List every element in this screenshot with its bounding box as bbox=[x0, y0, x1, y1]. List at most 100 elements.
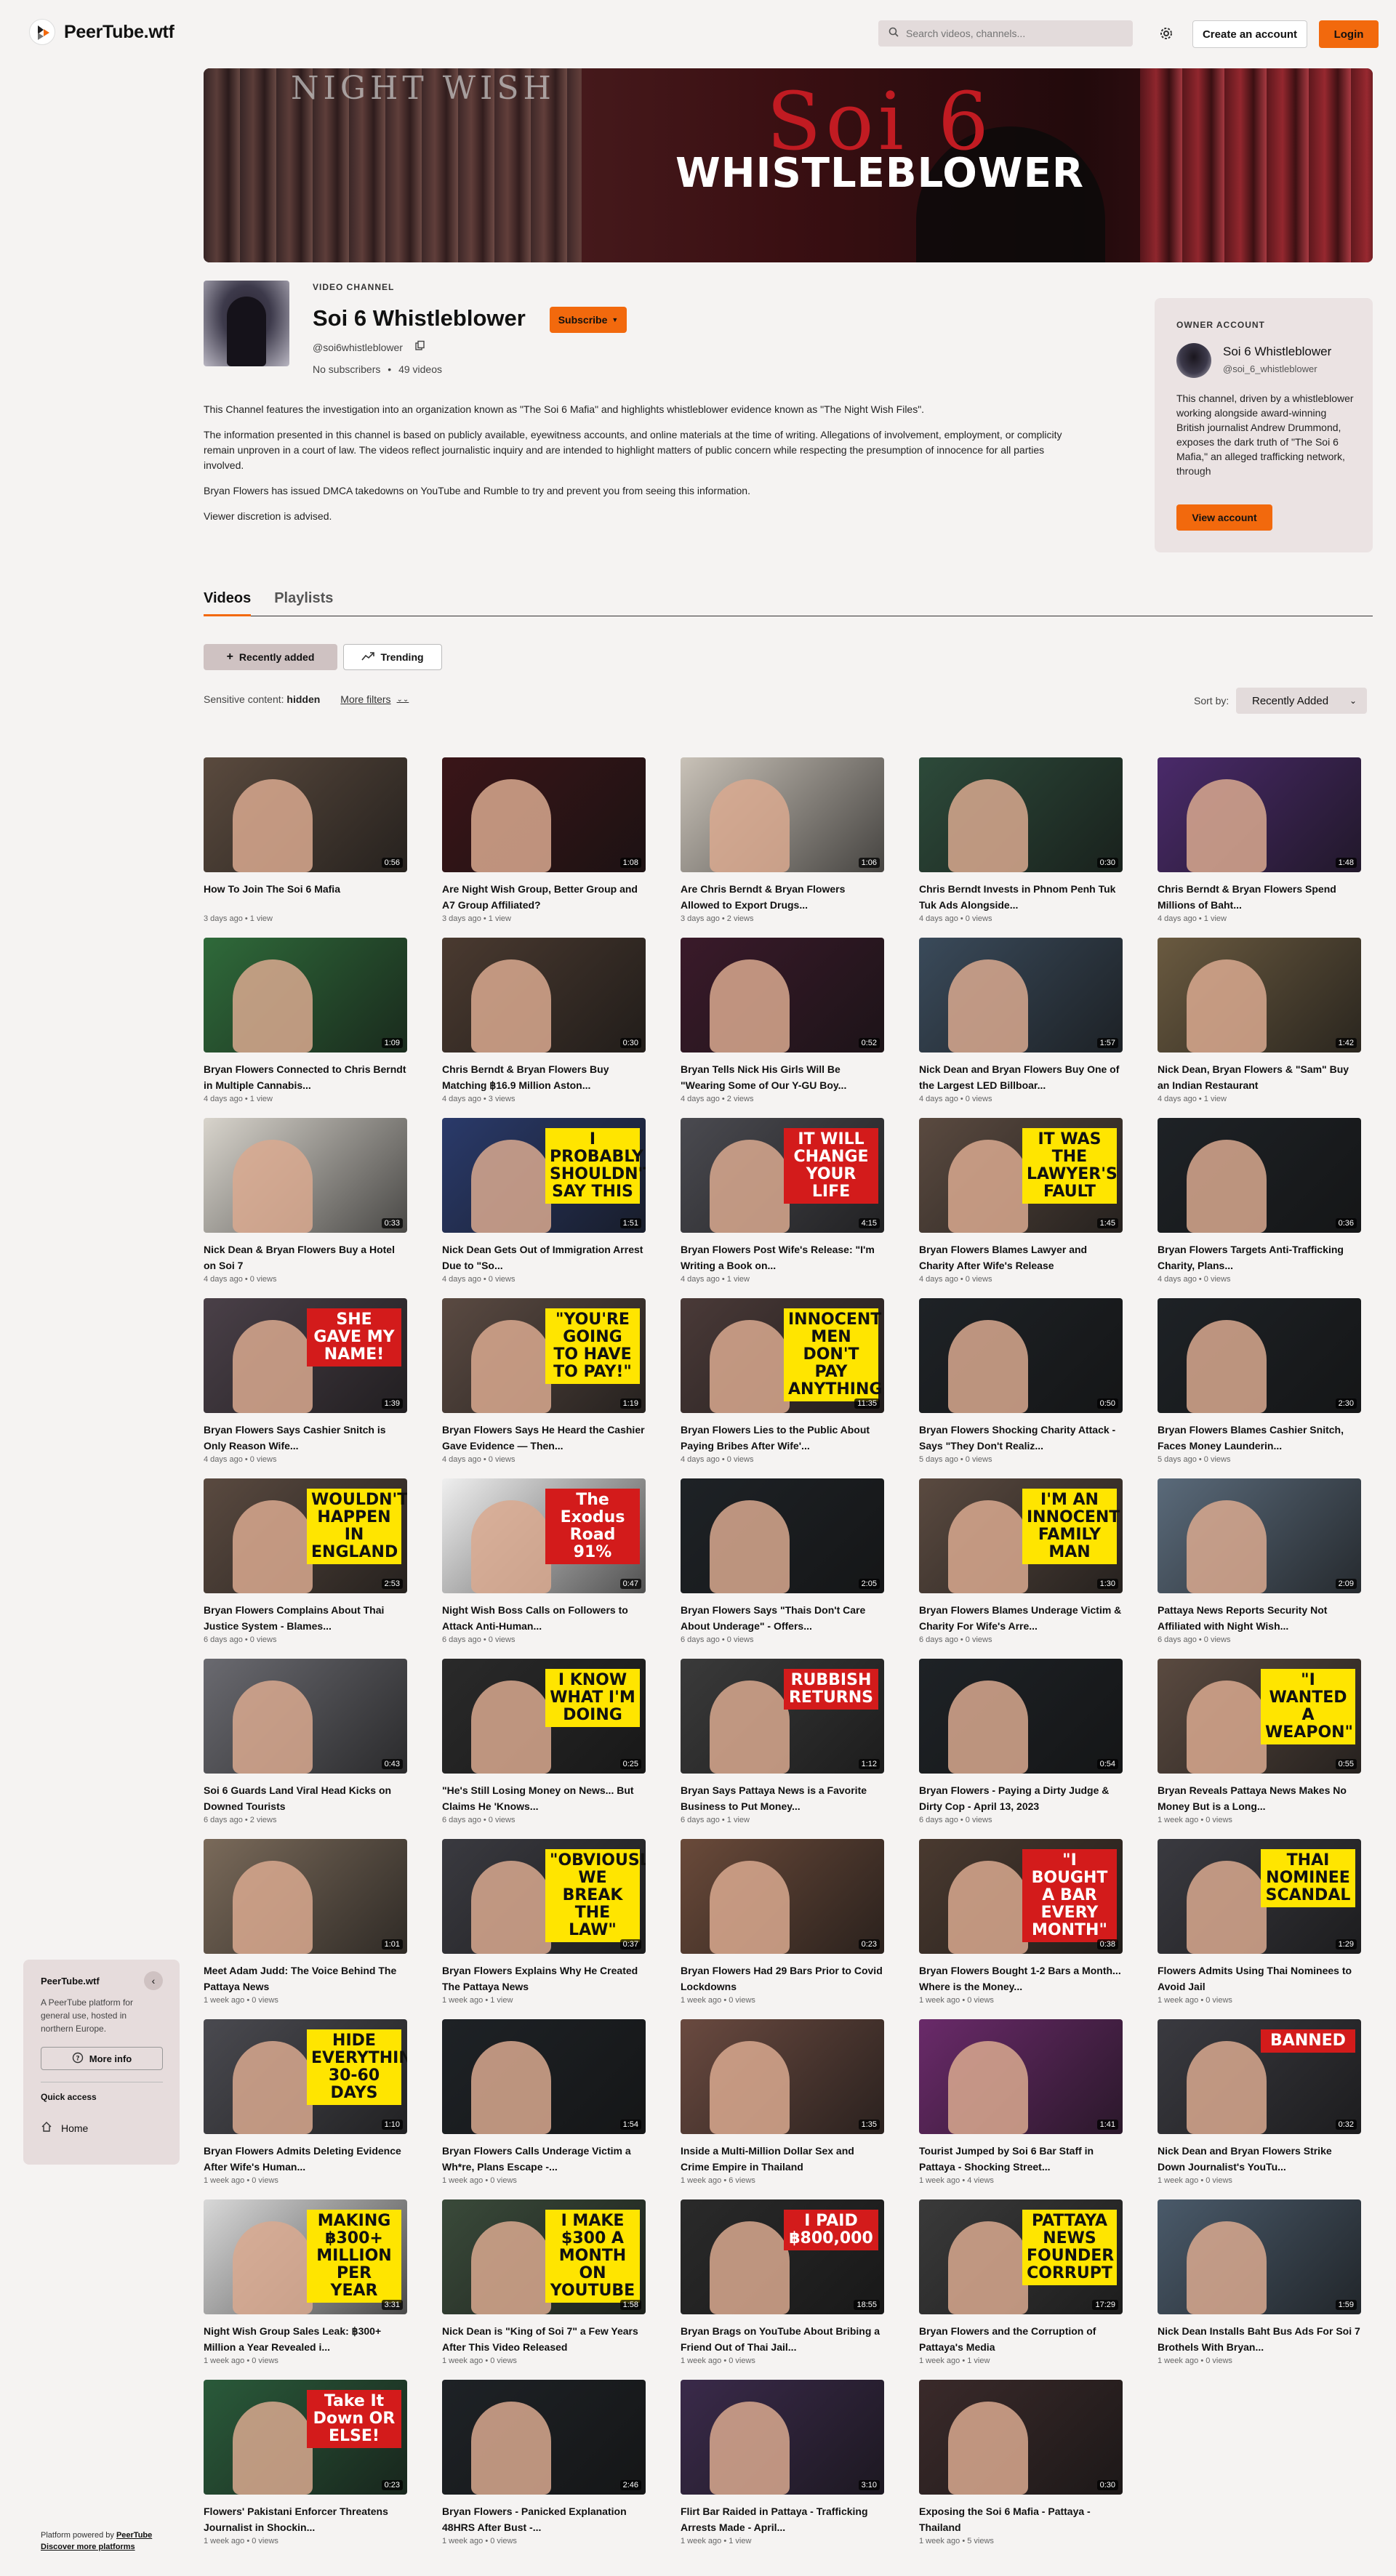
video-card[interactable]: IT WILL CHANGE YOUR LIFE 4:15 Bryan Flower… bbox=[681, 1118, 884, 1284]
video-title[interactable]: Bryan Flowers Blames Underage Victim & C… bbox=[919, 1602, 1123, 1634]
video-title[interactable]: Bryan Flowers - Paying a Dirty Judge & D… bbox=[919, 1782, 1123, 1814]
video-thumbnail[interactable]: "I WANTED A WEAPON" 0:55 bbox=[1158, 1659, 1361, 1774]
video-title[interactable]: Bryan Flowers Calls Underage Victim a Wh… bbox=[442, 2143, 646, 2175]
video-card[interactable]: SHE GAVE MY NAME! 1:39 Bryan Flowers Says … bbox=[204, 1298, 407, 1464]
video-card[interactable]: 1:06 Are Chris Berndt & Bryan Flowers All… bbox=[681, 757, 884, 923]
video-card[interactable]: "I WANTED A WEAPON" 0:55 Bryan Reveals Pat… bbox=[1158, 1659, 1361, 1824]
more-info-button[interactable]: ? More info bbox=[41, 2047, 163, 2070]
owner-name[interactable]: Soi 6 Whistleblower bbox=[1223, 345, 1331, 359]
sort-select[interactable]: Recently Added ⌄ bbox=[1236, 688, 1367, 714]
video-thumbnail[interactable]: WOULDN'T HAPPEN IN ENGLAND 2:53 bbox=[204, 1478, 407, 1593]
video-card[interactable]: "YOU'RE GOING TO HAVE TO PAY!" 1:19 Bryan … bbox=[442, 1298, 646, 1464]
video-title[interactable]: Nick Dean and Bryan Flowers Buy One of t… bbox=[919, 1061, 1123, 1093]
video-card[interactable]: 2:09 Pattaya News Reports Security Not Af… bbox=[1158, 1478, 1361, 1644]
video-thumbnail[interactable]: I MAKE $300 A MONTH ON YOUTUBE 1:58 bbox=[442, 2199, 646, 2314]
recently-added-chip[interactable]: + Recently added bbox=[204, 644, 337, 670]
video-card[interactable]: HIDE EVERYTHING 30-60 DAYS 1:10 Bryan Flow… bbox=[204, 2019, 407, 2185]
settings-button[interactable] bbox=[1155, 22, 1178, 45]
video-thumbnail[interactable]: IT WILL CHANGE YOUR LIFE 4:15 bbox=[681, 1118, 884, 1233]
video-title[interactable]: Nick Dean and Bryan Flowers Strike Down … bbox=[1158, 2143, 1361, 2175]
video-title[interactable]: Exposing the Soi 6 Mafia - Pattaya - Tha… bbox=[919, 2503, 1123, 2535]
video-thumbnail[interactable]: 0:43 bbox=[204, 1659, 407, 1774]
video-card[interactable]: 0:54 Bryan Flowers - Paying a Dirty Judge… bbox=[919, 1659, 1123, 1824]
video-title[interactable]: Bryan Tells Nick His Girls Will Be "Wear… bbox=[681, 1061, 884, 1093]
video-thumbnail[interactable]: IT WAS THE LAWYER'S FAULT 1:45 bbox=[919, 1118, 1123, 1233]
video-thumbnail[interactable]: THAI NOMINEE SCANDAL 1:29 bbox=[1158, 1839, 1361, 1954]
video-card[interactable]: 1:35 Inside a Multi-Million Dollar Sex an… bbox=[681, 2019, 884, 2185]
video-card[interactable]: 0:30 Chris Berndt & Bryan Flowers Buy Mat… bbox=[442, 938, 646, 1103]
video-title[interactable]: Pattaya News Reports Security Not Affili… bbox=[1158, 1602, 1361, 1634]
video-title[interactable]: "He's Still Losing Money on News... But … bbox=[442, 1782, 646, 1814]
video-title[interactable]: Bryan Brags on YouTube About Bribing a F… bbox=[681, 2323, 884, 2355]
video-title[interactable]: Bryan Flowers Says "Thais Don't Care Abo… bbox=[681, 1602, 884, 1634]
video-thumbnail[interactable]: 1:06 bbox=[681, 757, 884, 872]
video-thumbnail[interactable]: 2:30 bbox=[1158, 1298, 1361, 1413]
video-title[interactable]: Bryan Flowers Blames Cashier Snitch, Fac… bbox=[1158, 1422, 1361, 1454]
video-card[interactable]: I PROBABLY SHOULDN'T SAY THIS 1:51 Nick De… bbox=[442, 1118, 646, 1284]
trending-chip[interactable]: Trending bbox=[343, 644, 442, 670]
video-title[interactable]: Bryan Flowers Bought 1-2 Bars a Month...… bbox=[919, 1963, 1123, 1995]
collapse-sidebar-button[interactable]: ‹ bbox=[144, 1971, 163, 1990]
video-thumbnail[interactable]: 0:50 bbox=[919, 1298, 1123, 1413]
video-thumbnail[interactable]: 0:30 bbox=[919, 2380, 1123, 2495]
video-thumbnail[interactable]: I PROBABLY SHOULDN'T SAY THIS 1:51 bbox=[442, 1118, 646, 1233]
video-title[interactable]: Meet Adam Judd: The Voice Behind The Pat… bbox=[204, 1963, 407, 1995]
video-card[interactable]: THAI NOMINEE SCANDAL 1:29 Flowers Admits U… bbox=[1158, 1839, 1361, 2005]
video-thumbnail[interactable]: 0:30 bbox=[442, 938, 646, 1052]
video-card[interactable]: I KNOW WHAT I'M DOING 0:25 "He's Still Los… bbox=[442, 1659, 646, 1824]
video-title[interactable]: Soi 6 Guards Land Viral Head Kicks on Do… bbox=[204, 1782, 407, 1814]
video-title[interactable]: Night Wish Group Sales Leak: ฿300+ Milli… bbox=[204, 2323, 407, 2355]
video-card[interactable]: 2:05 Bryan Flowers Says "Thais Don't Care… bbox=[681, 1478, 884, 1644]
video-card[interactable]: 0:36 Bryan Flowers Targets Anti-Trafficki… bbox=[1158, 1118, 1361, 1284]
video-card[interactable]: Take It Down OR ELSE! 0:23 Flowers' Pakist… bbox=[204, 2380, 407, 2545]
video-title[interactable]: Nick Dean Gets Out of Immigration Arrest… bbox=[442, 1241, 646, 1273]
video-title[interactable]: Nick Dean, Bryan Flowers & "Sam" Buy an … bbox=[1158, 1061, 1361, 1093]
video-thumbnail[interactable]: 1:01 bbox=[204, 1839, 407, 1954]
video-thumbnail[interactable]: 1:48 bbox=[1158, 757, 1361, 872]
video-thumbnail[interactable]: 0:23 bbox=[681, 1839, 884, 1954]
video-title[interactable]: Chris Berndt & Bryan Flowers Buy Matchin… bbox=[442, 1061, 646, 1093]
video-thumbnail[interactable]: 2:46 bbox=[442, 2380, 646, 2495]
video-card[interactable]: 1:42 Nick Dean, Bryan Flowers & "Sam" Buy… bbox=[1158, 938, 1361, 1103]
video-title[interactable]: Tourist Jumped by Soi 6 Bar Staff in Pat… bbox=[919, 2143, 1123, 2175]
video-title[interactable]: Bryan Flowers Connected to Chris Berndt … bbox=[204, 1061, 407, 1093]
video-thumbnail[interactable]: 0:30 bbox=[919, 757, 1123, 872]
video-card[interactable]: 1:57 Nick Dean and Bryan Flowers Buy One … bbox=[919, 938, 1123, 1103]
video-thumbnail[interactable]: BANNED 0:32 bbox=[1158, 2019, 1361, 2134]
video-title[interactable]: Chris Berndt & Bryan Flowers Spend Milli… bbox=[1158, 881, 1361, 913]
video-card[interactable]: WOULDN'T HAPPEN IN ENGLAND 2:53 Bryan Flow… bbox=[204, 1478, 407, 1644]
video-card[interactable]: PATTAYA NEWS FOUNDER CORRUPT 17:29 Bryan F… bbox=[919, 2199, 1123, 2365]
video-card[interactable]: 1:41 Tourist Jumped by Soi 6 Bar Staff in… bbox=[919, 2019, 1123, 2185]
more-filters-link[interactable]: More filters ⌄⌄ bbox=[340, 693, 409, 705]
video-card[interactable]: 0:23 Bryan Flowers Had 29 Bars Prior to C… bbox=[681, 1839, 884, 2005]
video-thumbnail[interactable]: The Exodus Road 91% 0:47 bbox=[442, 1478, 646, 1593]
video-card[interactable]: BANNED 0:32 Nick Dean and Bryan Flowers St… bbox=[1158, 2019, 1361, 2185]
video-card[interactable]: I MAKE $300 A MONTH ON YOUTUBE 1:58 Nick D… bbox=[442, 2199, 646, 2365]
video-thumbnail[interactable]: I'M AN INNOCENT FAMILY MAN 1:30 bbox=[919, 1478, 1123, 1593]
video-thumbnail[interactable]: "OBVIOUSLY WE BREAK THE LAW"0:37 bbox=[442, 1839, 646, 1954]
video-thumbnail[interactable]: 1:54 bbox=[442, 2019, 646, 2134]
video-thumbnail[interactable]: HIDE EVERYTHING 30-60 DAYS 1:10 bbox=[204, 2019, 407, 2134]
video-title[interactable]: Bryan Says Pattaya News is a Favorite Bu… bbox=[681, 1782, 884, 1814]
video-title[interactable]: Bryan Flowers Admits Deleting Evidence A… bbox=[204, 2143, 407, 2175]
video-card[interactable]: "OBVIOUSLY WE BREAK THE LAW"0:37 Bryan Fl… bbox=[442, 1839, 646, 2005]
video-title[interactable]: Flirt Bar Raided in Pattaya - Traffickin… bbox=[681, 2503, 884, 2535]
video-thumbnail[interactable]: 3:10 bbox=[681, 2380, 884, 2495]
video-thumbnail[interactable]: INNOCENT MEN DON'T PAY ANYTHING 11:35 bbox=[681, 1298, 884, 1413]
video-title[interactable]: Bryan Flowers Says He Heard the Cashier … bbox=[442, 1422, 646, 1454]
video-card[interactable]: 1:08 Are Night Wish Group, Better Group a… bbox=[442, 757, 646, 923]
search-input[interactable] bbox=[906, 28, 1117, 39]
create-account-button[interactable]: Create an account bbox=[1192, 20, 1307, 48]
video-thumbnail[interactable]: 0:52 bbox=[681, 938, 884, 1052]
video-card[interactable]: 0:50 Bryan Flowers Shocking Charity Attac… bbox=[919, 1298, 1123, 1464]
view-account-button[interactable]: View account bbox=[1176, 504, 1272, 531]
video-card[interactable]: 0:43 Soi 6 Guards Land Viral Head Kicks o… bbox=[204, 1659, 407, 1824]
video-title[interactable]: Flowers Admits Using Thai Nominees to Av… bbox=[1158, 1963, 1361, 1995]
video-thumbnail[interactable]: "I BOUGHT A BAR EVERY MONTH" 0:38 bbox=[919, 1839, 1123, 1954]
video-card[interactable]: 1:48 Chris Berndt & Bryan Flowers Spend M… bbox=[1158, 757, 1361, 923]
tab-playlists[interactable]: Playlists bbox=[274, 587, 333, 616]
video-card[interactable]: 1:01 Meet Adam Judd: The Voice Behind The… bbox=[204, 1839, 407, 2005]
subscribe-button[interactable]: Subscribe ▼ bbox=[550, 307, 627, 333]
video-card[interactable]: 0:30 Chris Berndt Invests in Phnom Penh T… bbox=[919, 757, 1123, 923]
video-card[interactable]: 2:46 Bryan Flowers - Panicked Explanation… bbox=[442, 2380, 646, 2545]
